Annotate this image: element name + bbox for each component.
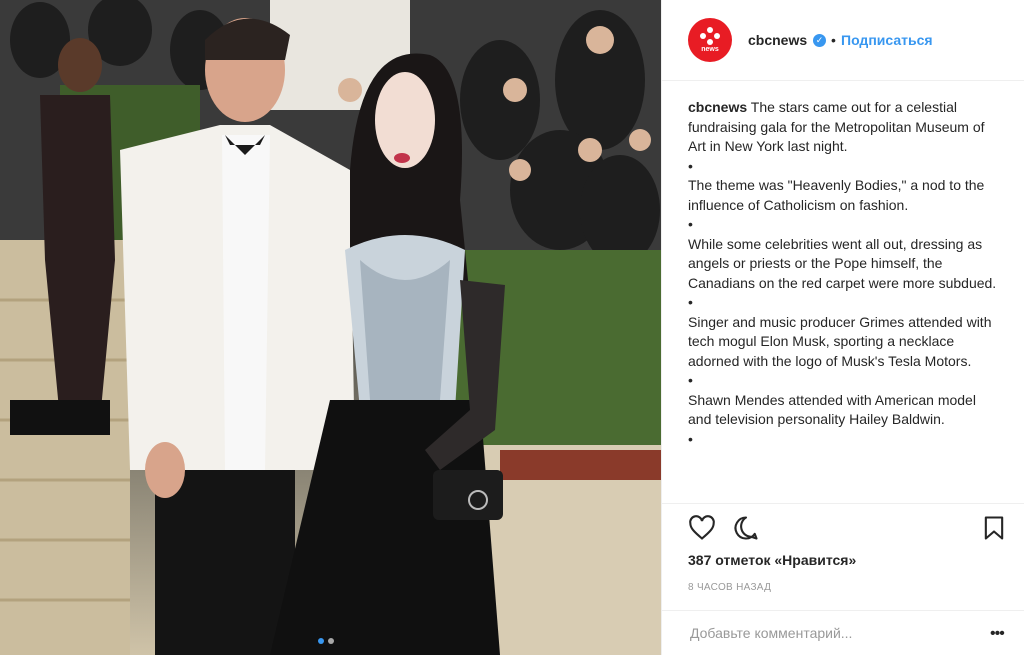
likes-count[interactable]: 387 отметок «Нравится» xyxy=(688,552,856,568)
more-options-icon[interactable]: ••• xyxy=(990,625,1005,643)
verified-badge-icon: ✓ xyxy=(813,34,826,47)
heart-icon[interactable] xyxy=(688,514,716,542)
caption-bullet: • xyxy=(688,430,693,447)
caption-bullet: • xyxy=(688,372,693,388)
follow-button[interactable]: Подписаться xyxy=(841,32,933,48)
username-link[interactable]: cbcnews xyxy=(748,32,807,48)
caption-username[interactable]: cbcnews xyxy=(688,99,747,115)
caption-text-4: Singer and music producer Grimes attende… xyxy=(688,313,992,369)
post-side-panel: news cbcnews ✓ • Подписаться cbcnews The… xyxy=(661,0,1024,655)
post-photo[interactable] xyxy=(0,0,661,655)
cbc-logo-icon xyxy=(699,26,721,45)
caption-first: cbcnews The stars came out for a celesti… xyxy=(688,98,1000,157)
carousel-indicator xyxy=(318,638,334,644)
post-caption: cbcnews The stars came out for a celesti… xyxy=(688,98,1000,503)
avatar-text: news xyxy=(701,45,719,53)
post-timestamp[interactable]: 8 ЧАСОВ НАЗАД xyxy=(688,582,771,593)
caption-text-3: While some celebrities went all out, dre… xyxy=(688,235,997,291)
action-bar xyxy=(662,503,1024,540)
post-header: news cbcnews ✓ • Подписаться xyxy=(662,0,1024,81)
avatar[interactable]: news xyxy=(688,18,732,62)
caption-bullet: • xyxy=(688,216,693,232)
caption-bullet: • xyxy=(688,294,693,310)
carousel-dot[interactable] xyxy=(328,638,334,644)
caption-text-5: Shawn Mendes attended with American mode… xyxy=(688,391,976,428)
bookmark-icon[interactable] xyxy=(980,514,1008,542)
carousel-dot-active xyxy=(318,638,324,644)
caption-bullet: • xyxy=(688,157,693,174)
comment-input[interactable] xyxy=(688,624,972,642)
caption-text-2: The theme was "Heavenly Bodies," a nod t… xyxy=(688,177,985,213)
photo-illustration xyxy=(0,0,661,655)
comment-icon[interactable] xyxy=(732,514,760,542)
comment-bar: ••• xyxy=(662,610,1024,656)
header-separator: • xyxy=(831,32,836,48)
